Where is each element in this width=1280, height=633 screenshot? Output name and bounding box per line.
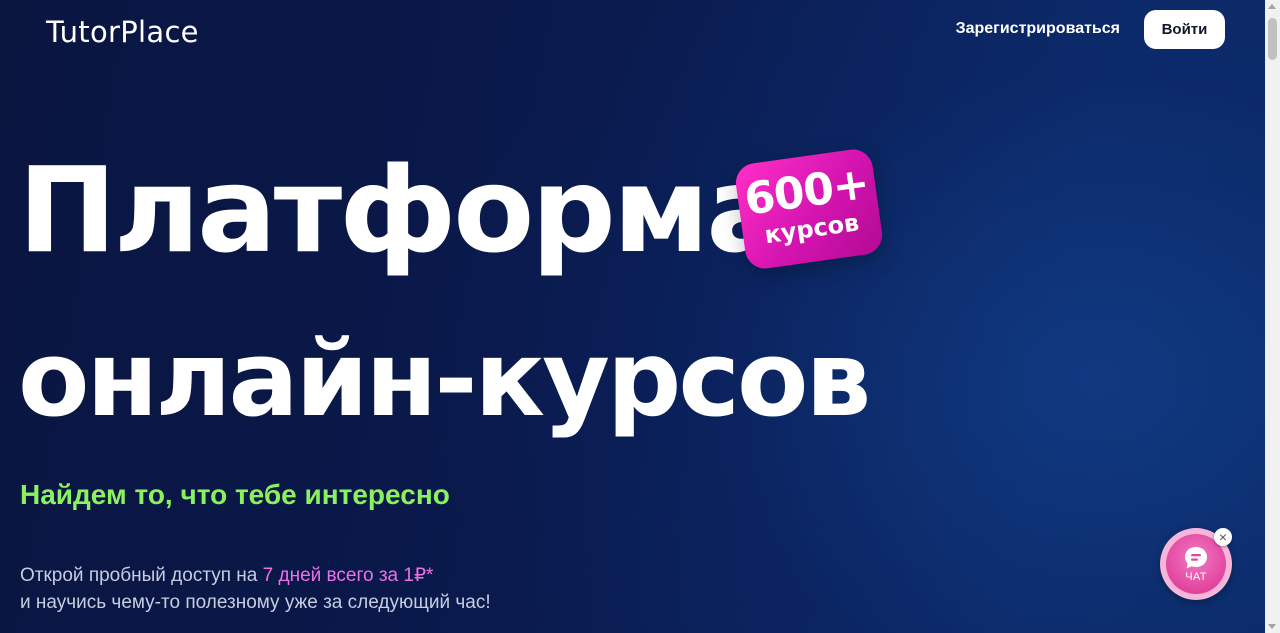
login-button[interactable]: Войти [1144,10,1225,49]
page-scrollbar[interactable] [1265,0,1280,633]
scroll-down-arrow-icon[interactable] [1268,624,1276,629]
landing-page: TutorPlace Зарегистрироваться Войти Плат… [0,0,1280,633]
offer-line-2: и научись чему-то полезному уже за следу… [20,592,491,613]
courses-count-badge: 600+ курсов [733,146,885,272]
hero-tagline: Найдем то, что тебе интересно [20,479,450,510]
offer-prefix: Открой пробный доступ на [20,565,263,586]
offer-accent: 7 дней всего за 1₽* [262,565,434,586]
chat-label: ЧАТ [1185,571,1207,583]
hero-title-line-2: онлайн-курсов [18,318,871,440]
scroll-up-arrow-icon[interactable] [1268,4,1276,9]
trial-offer-text: Открой пробный доступ на 7 дней всего за… [20,562,491,616]
chat-bubble-icon [1185,547,1207,569]
close-icon[interactable]: × [1214,528,1232,546]
hero-title-line-1: Платформа [18,141,786,279]
register-link[interactable]: Зарегистрироваться [956,19,1120,39]
scrollbar-thumb[interactable] [1268,18,1277,60]
tutorplace-logo[interactable]: TutorPlace [46,12,199,52]
